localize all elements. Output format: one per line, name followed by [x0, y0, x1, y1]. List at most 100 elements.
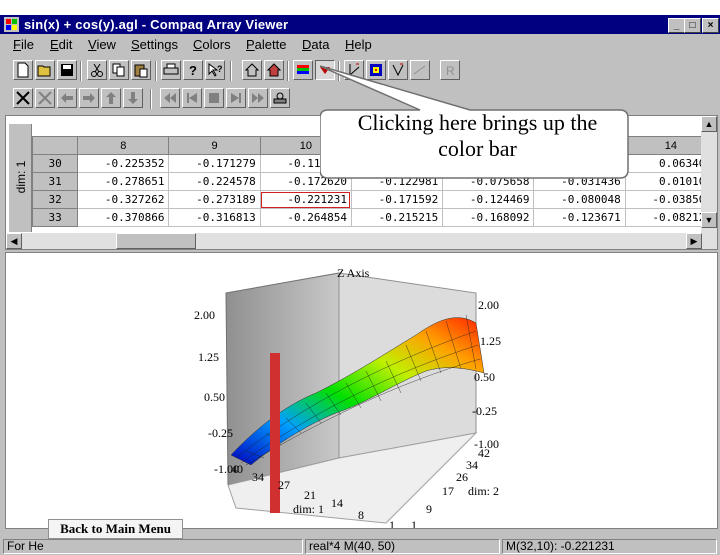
scroll-right-button[interactable]: ▶ — [686, 233, 702, 249]
menu-view[interactable]: View — [88, 37, 116, 52]
scroll-down-button[interactable]: ▼ — [701, 212, 717, 228]
home-alt-button[interactable] — [264, 60, 284, 80]
paste-button[interactable] — [131, 60, 151, 80]
home-icon — [244, 63, 260, 77]
dim1-axis-label: dim: 1 — [293, 502, 324, 516]
left-button[interactable] — [57, 88, 77, 108]
selected-cell[interactable]: -0.221231 — [259, 190, 352, 209]
status-help-panel: For He — [3, 539, 303, 554]
column-header[interactable]: 9 — [168, 136, 261, 155]
menu-colors[interactable]: Colors — [193, 37, 231, 52]
print-button[interactable] — [161, 60, 181, 80]
surface-plot: Z Axis 2.00 1.25 0.50 -0.25 -1.00 2.00 1… — [194, 266, 501, 532]
row-header[interactable]: 30 — [31, 154, 79, 173]
z-tick-left: 1.25 — [198, 350, 219, 364]
table-cell[interactable]: -0.171592 — [350, 190, 444, 209]
table-cell[interactable]: -0.215215 — [350, 208, 444, 227]
arrow-left-icon — [61, 93, 73, 103]
row-header[interactable]: 33 — [31, 208, 79, 227]
column-header[interactable]: 8 — [77, 136, 170, 155]
menu-settings[interactable]: Settings — [131, 37, 178, 52]
scroll-thumb[interactable] — [116, 233, 196, 249]
surface-plot-area: Z Axis 2.00 1.25 0.50 -0.25 -1.00 2.00 1… — [5, 252, 718, 532]
dim2-tick: 9 — [426, 502, 432, 516]
table-cell[interactable]: -0.080048 — [533, 190, 626, 209]
z-tick-left: 0.50 — [204, 390, 225, 404]
scroll-left-button[interactable]: ◀ — [6, 233, 22, 249]
table-cell[interactable]: -0.278651 — [77, 172, 170, 191]
z-tick-left: 2.00 — [194, 308, 215, 322]
dim2-axis-label: dim: 2 — [468, 484, 499, 498]
new-file-button[interactable] — [13, 60, 33, 80]
record-button[interactable] — [270, 88, 290, 108]
vertical-scrollbar[interactable]: ▲ ▼ — [701, 116, 717, 234]
table-cell[interactable]: -0.224578 — [168, 172, 261, 191]
menu-palette[interactable]: Palette — [246, 37, 286, 52]
table-cell[interactable]: -0.123671 — [533, 208, 626, 227]
table-cell[interactable]: -0.316813 — [168, 208, 261, 227]
dim2-tick: 26 — [456, 470, 468, 484]
menu-data[interactable]: Data — [302, 37, 329, 52]
cut-button[interactable] — [87, 60, 107, 80]
question-mark-icon: ? — [189, 63, 197, 78]
callout-line-1: Clicking here brings up the — [357, 110, 598, 135]
shrink-button[interactable] — [13, 88, 33, 108]
scissors-icon — [91, 63, 103, 77]
row-header[interactable]: 32 — [31, 190, 79, 209]
help-button[interactable]: ? — [183, 60, 203, 80]
table-cell[interactable]: -0.273189 — [168, 190, 261, 209]
title-bar: sin(x) + cos(y).agl - Compaq Array Viewe… — [0, 15, 720, 34]
dim1-tick: 1 — [389, 518, 395, 528]
back-to-main-menu-button[interactable]: Back to Main Menu — [48, 519, 183, 539]
table-cell[interactable]: -0.124469 — [442, 190, 535, 209]
menu-bar: File Edit View Settings Colors Palette D… — [0, 34, 720, 56]
folder-open-icon — [37, 65, 51, 77]
last-button[interactable] — [248, 88, 268, 108]
up-button[interactable] — [101, 88, 121, 108]
open-file-button[interactable] — [35, 60, 55, 80]
context-help-button[interactable]: ? — [205, 60, 225, 80]
svg-text:?: ? — [217, 64, 223, 74]
menu-file[interactable]: File — [13, 37, 34, 52]
stop-button[interactable] — [204, 88, 224, 108]
menu-edit[interactable]: Edit — [50, 37, 72, 52]
window-title: sin(x) + cos(y).agl - Compaq Array Viewe… — [24, 17, 289, 32]
table-cell[interactable]: -0.264854 — [259, 208, 352, 227]
table-cell[interactable]: -0.225352 — [77, 154, 170, 173]
close-button[interactable]: × — [702, 18, 719, 33]
down-button[interactable] — [123, 88, 143, 108]
expand-icon — [38, 91, 52, 105]
copy-button[interactable] — [109, 60, 129, 80]
previous-button[interactable] — [182, 88, 202, 108]
skip-first-icon — [164, 93, 176, 103]
arrow-up-icon — [106, 92, 116, 104]
first-button[interactable] — [160, 88, 180, 108]
z-axis-label: Z Axis — [337, 266, 370, 280]
save-button[interactable] — [57, 60, 77, 80]
color-palette-button[interactable] — [293, 60, 313, 80]
dim1-tick: 14 — [331, 496, 343, 510]
table-cell[interactable]: -0.171279 — [168, 154, 261, 173]
app-icon — [4, 17, 19, 32]
row-header[interactable]: 31 — [31, 172, 79, 191]
table-cell[interactable]: -0.370866 — [77, 208, 170, 227]
z-tick-right: 0.50 — [474, 370, 495, 384]
callout-line-2: color bar — [438, 136, 517, 161]
callout-text: Clicking here brings up the color bar — [325, 110, 630, 162]
horizontal-scrollbar[interactable]: ◀ ▶ — [6, 233, 717, 249]
home-button[interactable] — [242, 60, 262, 80]
dim1-tick: 27 — [278, 478, 290, 492]
minimize-button[interactable]: _ — [668, 18, 685, 33]
status-value-text: M(32,10): -0.221231 — [506, 539, 615, 553]
right-button[interactable] — [79, 88, 99, 108]
table-cell[interactable]: -0.168092 — [442, 208, 535, 227]
expand-button[interactable] — [35, 88, 55, 108]
scroll-up-button[interactable]: ▲ — [701, 116, 717, 132]
step-back-icon — [187, 93, 197, 103]
maximize-button[interactable]: □ — [684, 18, 701, 33]
step-forward-icon — [231, 93, 241, 103]
table-cell[interactable]: -0.327262 — [77, 190, 170, 209]
z-tick-right: 1.25 — [480, 334, 501, 348]
next-button[interactable] — [226, 88, 246, 108]
menu-help[interactable]: Help — [345, 37, 372, 52]
